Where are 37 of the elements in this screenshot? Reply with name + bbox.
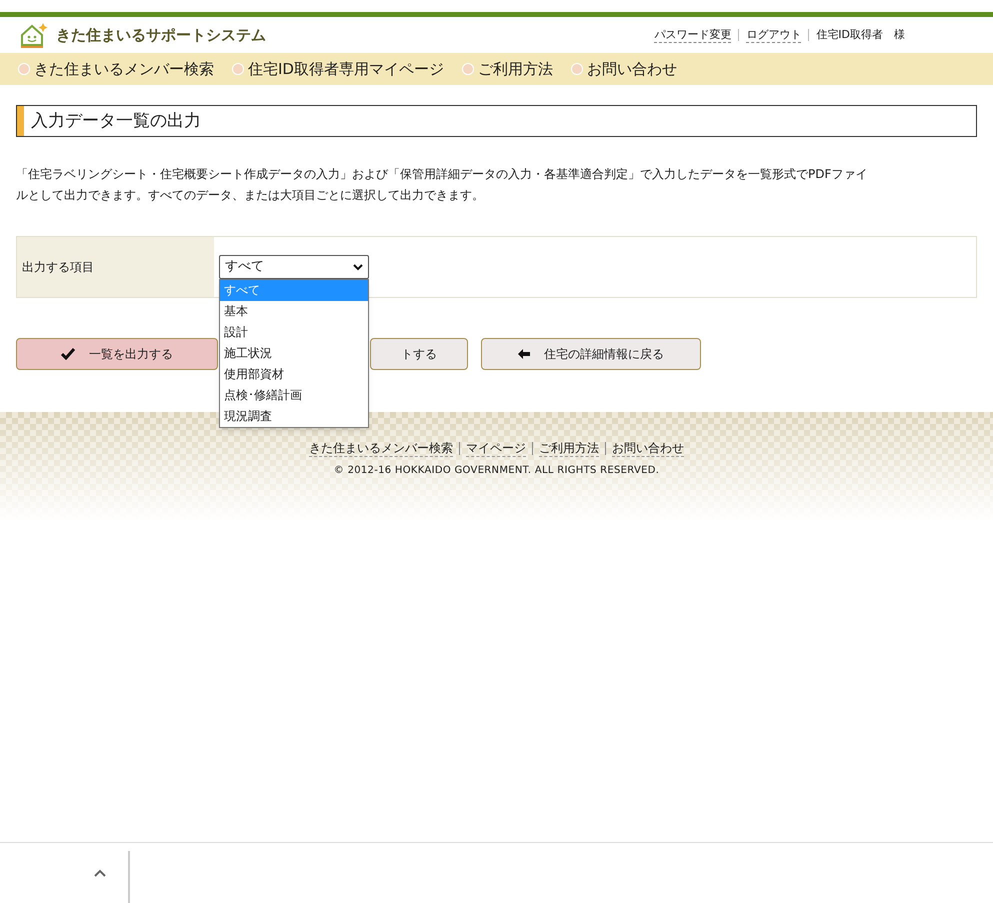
nav-link[interactable]: ご利用方法 — [462, 58, 553, 80]
bullet-icon — [570, 63, 583, 75]
description-text: ルとして出力できます。すべてのデータ、または大項目ごとに選択して出力できます。 — [16, 187, 485, 204]
select-field[interactable]: すべて — [219, 255, 369, 279]
copyright-text: © 2012-16 HOKKAIDO GOVERNMENT. ALL RIGHTS RESERVED. — [334, 464, 660, 478]
nav-link[interactable]: きた住まいるメンバー検索 — [18, 58, 214, 80]
chevron-up-icon[interactable] — [94, 869, 106, 877]
user-name: 住宅ID取得者 様 — [816, 26, 905, 43]
page-title: 入力データ一覧の出力 — [30, 110, 201, 133]
dropdown-option[interactable]: 基本 — [220, 301, 368, 322]
action-button[interactable]: トする — [370, 338, 468, 370]
dropdown-option[interactable]: 使用部資材 — [220, 364, 368, 385]
description-text: 「住宅ラベリングシート・住宅概要シート作成データの入力」および「保管用詳細データの入力・各基準適合判定」で入力したデータを一覧形式でPDFファイ — [16, 166, 868, 183]
house-logo-icon — [18, 21, 48, 49]
action-button[interactable]: 住宅の詳細情報に戻る — [481, 338, 701, 370]
dropdown-option[interactable]: 設計 — [220, 322, 368, 343]
dropdown-option[interactable]: 点検･修繕計画 — [220, 385, 368, 406]
bullet-icon — [232, 63, 244, 75]
header-link[interactable]: パスワード変更 — [654, 28, 732, 42]
dropdown-option[interactable]: 現況調査 — [220, 406, 368, 427]
footer-link[interactable]: ご利用方法 — [539, 440, 599, 457]
left-arrow-icon — [518, 349, 530, 359]
nav-link[interactable]: お問い合わせ — [570, 58, 677, 80]
dropdown-option[interactable]: 施工状況 — [220, 343, 368, 364]
nav-link[interactable]: 住宅ID取得者専用マイページ — [232, 58, 444, 80]
chevron-down-icon — [353, 264, 363, 270]
field-label: 出力する項目 — [22, 259, 94, 276]
bullet-icon — [462, 63, 474, 75]
header-link[interactable]: ログアウト — [746, 28, 802, 42]
footer-link[interactable]: お問い合わせ — [612, 440, 684, 457]
bullet-icon — [18, 63, 30, 75]
footer-link[interactable]: マイページ — [466, 440, 526, 457]
footer-link[interactable]: きた住まいるメンバー検索 — [309, 440, 453, 457]
checkmark-icon — [61, 348, 75, 360]
action-button[interactable]: 一覧を出力する — [16, 338, 218, 370]
title-accent-bar — [17, 106, 24, 136]
site-title: きた住まいるサポートシステム — [56, 24, 266, 46]
